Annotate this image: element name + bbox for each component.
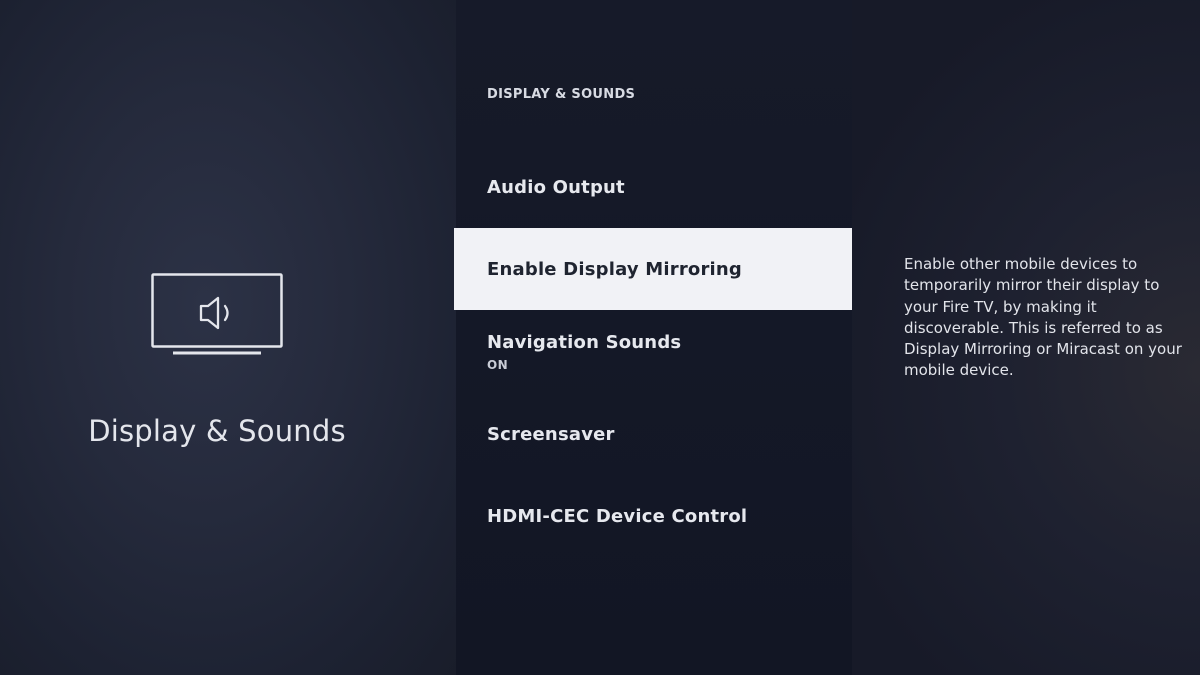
menu-header: DISPLAY & SOUNDS: [487, 87, 636, 102]
settings-menu: DISPLAY & SOUNDS Audio Output Enable Dis…: [454, 0, 852, 675]
menu-item-navigation-sounds[interactable]: Navigation Sounds ON: [456, 310, 852, 392]
menu-item-screensaver[interactable]: Screensaver: [456, 396, 852, 478]
menu-item-audio-output[interactable]: Audio Output: [456, 150, 852, 232]
section-title: Display & Sounds: [88, 414, 346, 448]
description-pane: Enable other mobile devices to temporari…: [852, 0, 1200, 675]
menu-item-enable-display-mirroring[interactable]: Enable Display Mirroring: [454, 228, 852, 310]
menu-item-hdmi-cec-device-control[interactable]: HDMI-CEC Device Control: [456, 478, 852, 560]
category-pane: Display & Sounds: [0, 0, 456, 675]
menu-item-label: Audio Output: [487, 177, 625, 198]
menu-item-label: Screensaver: [487, 424, 615, 445]
navigation-sounds-status: ON: [487, 358, 509, 372]
settings-screen: Display & Sounds DISPLAY & SOUNDS Audio …: [0, 0, 1200, 675]
menu-item-label: HDMI-CEC Device Control: [487, 506, 748, 527]
menu-item-label: Navigation Sounds: [487, 332, 682, 353]
menu-item-label: Enable Display Mirroring: [487, 259, 743, 280]
item-description: Enable other mobile devices to temporari…: [904, 255, 1182, 380]
tv-speaker-icon: [151, 273, 283, 355]
